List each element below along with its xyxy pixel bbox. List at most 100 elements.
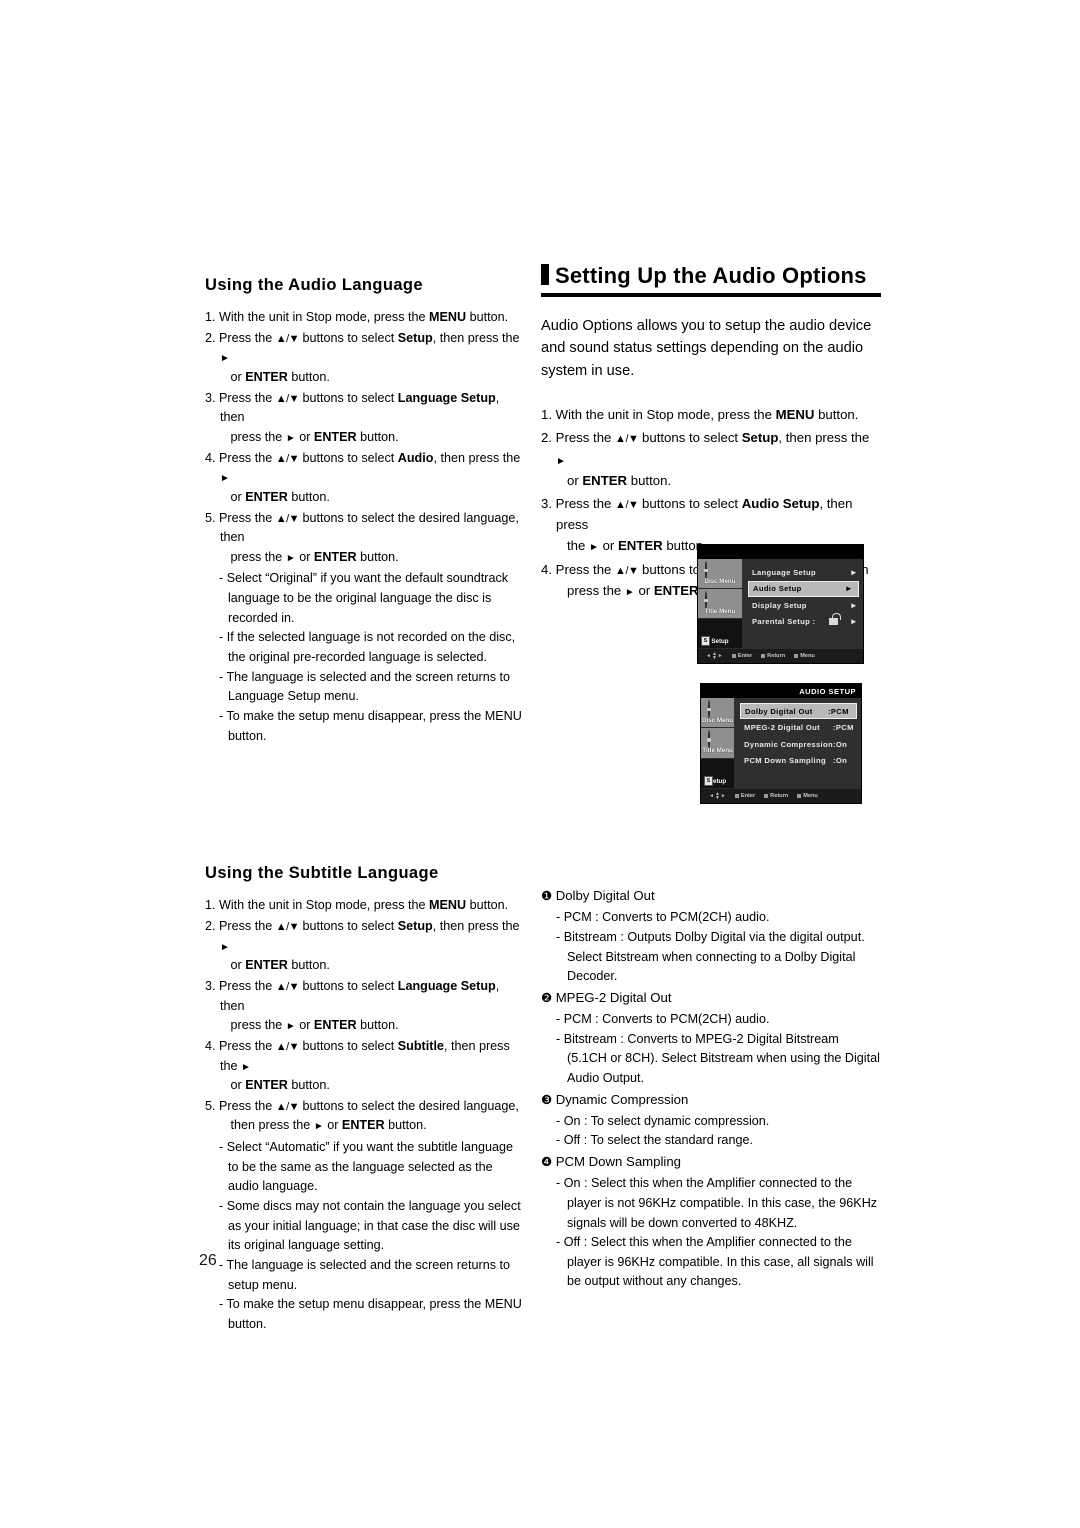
option-detail: - PCM : Converts to PCM(2CH) audio. <box>556 1012 770 1027</box>
osd-body: Disc Menu Title Menu S Setup Language Se… <box>698 559 863 649</box>
osd-menu-item-label: Dolby Digital Out <box>745 706 813 716</box>
osd-menu-item[interactable]: Dynamic Compression:On <box>740 736 861 752</box>
lock-icon <box>828 613 841 625</box>
audio-option: ❹ PCM Down Sampling <box>541 1151 881 1172</box>
setup-badge: S <box>701 636 710 646</box>
osd-sidebar-title-menu[interactable]: Title Menu <box>698 589 742 619</box>
osd-sidebar-label: Title Menu <box>702 747 733 755</box>
instruction-note: - If the selected language is not record… <box>219 630 516 665</box>
option-marker: ❸ <box>541 1092 556 1107</box>
osd-menu-item-label: PCM Down Sampling <box>744 756 826 765</box>
audio-option-list: ❶ Dolby Digital Out - PCM : Converts to P… <box>541 885 881 1292</box>
osd-menu-item[interactable]: PCM Down Sampling :On <box>740 753 861 769</box>
option-details: - PCM : Converts to PCM(2CH) audio. - Bit… <box>541 908 881 987</box>
instruction-step: 3. Press the ▲/▼ buttons to select Langu… <box>205 390 500 444</box>
option-marker: ❹ <box>541 1155 556 1170</box>
instruction-step: 2. Press the ▲/▼ buttons to select Setup… <box>205 919 520 973</box>
osd-menu-item-label: Dynamic Compression <box>744 739 833 749</box>
osd-sidebar-setup[interactable]: S Setup <box>698 619 742 649</box>
osd-footer-hint-label: Enter <box>737 653 753 659</box>
option-detail: - Off : Select this when the Amplifier c… <box>556 1235 874 1289</box>
osd-body: Disc Menu Title Menu S Setup Dolby Digit… <box>701 698 861 789</box>
instruction-note: - The language is selected and the scree… <box>219 669 511 704</box>
osd-sidebar: Disc Menu Title Menu S Setup <box>698 559 742 649</box>
osd-sidebar-label: Disc Menu <box>702 717 733 725</box>
osd-menu-item-label: MPEG-2 Digital Out <box>744 723 820 732</box>
osd-footer: ◄ ▲ ▼ ► Enter Return Menu <box>701 789 861 803</box>
page-title-audio-language: Using the Audio Language <box>205 276 423 294</box>
option-details: - PCM : Converts to PCM(2CH) audio. - Bit… <box>541 1010 881 1089</box>
instruction-note: - To make the setup menu disappear, pres… <box>219 1297 522 1331</box>
manual-page: Using the Audio Language 1. With the uni… <box>0 0 1080 1528</box>
section-heading-banner: Setting Up the Audio Options <box>541 262 881 298</box>
osd-menu-item[interactable]: Dolby Digital Out :PCM <box>740 703 857 719</box>
option-name: MPEG-2 Digital Out <box>555 990 672 1005</box>
instruction-step: 4. Press the ▲/▼ buttons to select Subti… <box>205 1038 510 1093</box>
option-name: Dynamic Compression <box>555 1091 689 1107</box>
option-name: PCM Down Sampling <box>555 1154 682 1170</box>
option-detail: - On : To select dynamic compression. <box>556 1113 770 1128</box>
screenshot-setup-menu: Disc Menu Title Menu S Setup Language Se… <box>697 544 864 664</box>
instruction-step: 4. Press the ▲/▼ buttons to select Audio… <box>205 450 521 504</box>
osd-sidebar-disc-menu[interactable]: Disc Menu <box>698 559 742 589</box>
osd-sidebar-title-menu[interactable]: Title Menu <box>701 728 735 759</box>
option-name: Dolby Digital Out <box>555 888 655 904</box>
osd-footer-hint: Enter <box>731 653 753 659</box>
osd-footer-hint: Menu <box>794 653 815 659</box>
osd-titlebar <box>698 545 863 559</box>
subtitle-language-steps: 1. With the unit in Stop mode, press the… <box>205 896 525 1136</box>
option-marker: ❷ <box>541 991 556 1005</box>
osd-sidebar-label: Setup <box>711 637 729 645</box>
section-intro-paragraph: Audio Options allows you to setup the au… <box>541 318 872 379</box>
osd-menu-item[interactable]: MPEG-2 Digital Out :PCM <box>740 720 861 736</box>
audio-option: ❶ Dolby Digital Out <box>541 885 881 906</box>
osd-menu-rows: Language Setup ► Audio Setup ► Display Setup… <box>742 559 863 649</box>
osd-footer-hint-label: Return <box>770 793 789 799</box>
instruction-note: - The language is selected and the scree… <box>219 1257 511 1292</box>
option-details: - On : Select this when the Amplifier co… <box>541 1174 881 1292</box>
osd-sidebar-disc-menu[interactable]: Disc Menu <box>701 698 735 729</box>
option-details: - On : To select dynamic compression. - O… <box>541 1112 881 1151</box>
option-detail: - Off : To select the standard range. <box>556 1133 753 1148</box>
osd-menu-item-value: :On <box>833 756 848 765</box>
osd-sidebar-label: Title Menu <box>704 607 736 615</box>
osd-menu-item[interactable]: Language Setup ► <box>748 564 863 580</box>
dpad-icon: ◄ ▲ ▼ ► <box>709 791 726 801</box>
button-square-icon <box>761 654 766 658</box>
osd-menu-item-value: :PCM <box>828 706 849 716</box>
osd-menu-item[interactable]: Parental Setup : ► <box>748 613 863 630</box>
chevron-right-icon: ► <box>849 600 858 610</box>
osd-sidebar-label: Disc Menu <box>704 577 736 585</box>
osd-footer-hint: Menu <box>797 793 818 799</box>
osd-menu-item-value: :PCM <box>833 723 854 732</box>
osd-sidebar: Disc Menu Title Menu S Setup <box>701 698 735 789</box>
instruction-note: - Select “Automatic” if you want the sub… <box>219 1140 514 1194</box>
instruction-step: 3. Press the ▲/▼ buttons to select Langu… <box>205 978 500 1033</box>
chevron-right-icon: ► <box>849 567 858 577</box>
osd-footer-hint-label: Menu <box>803 793 818 799</box>
osd-menu-item[interactable]: Audio Setup ► <box>748 580 859 597</box>
osd-menu-item-label: Display Setup <box>752 600 807 610</box>
option-detail: - Bitstream : Converts to MPEG-2 Digital… <box>556 1031 880 1086</box>
setup-badge: S <box>704 775 713 786</box>
osd-menu-item[interactable]: Display Setup ► <box>748 597 863 613</box>
instruction-note: - Select “Original” if you want the defa… <box>219 571 509 625</box>
page-title-subtitle-language: Using the Subtitle Language <box>205 864 439 883</box>
osd-footer-hint: Return <box>761 653 785 659</box>
option-detail: - PCM : Converts to PCM(2CH) audio. <box>556 910 770 925</box>
dpad-icon: ◄ ▲ ▼ ► <box>706 651 723 661</box>
button-square-icon <box>731 654 736 658</box>
osd-menu-item-label: Language Setup <box>752 567 816 577</box>
osd-sidebar-setup[interactable]: S Setup <box>701 758 735 789</box>
instruction-step: 1. With the unit in Stop mode, press the… <box>205 310 509 325</box>
osd-menu-item-label: Audio Setup <box>753 584 802 593</box>
instruction-step: 5. Press the ▲/▼ buttons to select the d… <box>205 510 519 564</box>
left-column: Using the Audio Language 1. With the uni… <box>205 276 525 1334</box>
audio-option: ❷ MPEG-2 Digital Out <box>541 987 881 1008</box>
osd-menu-item-label: Parental Setup : <box>752 617 816 626</box>
option-detail: - On : Select this when the Amplifier co… <box>556 1176 878 1230</box>
osd-footer-hint-label: Enter <box>740 793 756 799</box>
instruction-note: - Some discs may not contain the languag… <box>219 1198 521 1253</box>
osd-footer-hint-label: Return <box>767 653 786 659</box>
instruction-step: 1. With the unit in Stop mode, press the… <box>541 406 859 422</box>
